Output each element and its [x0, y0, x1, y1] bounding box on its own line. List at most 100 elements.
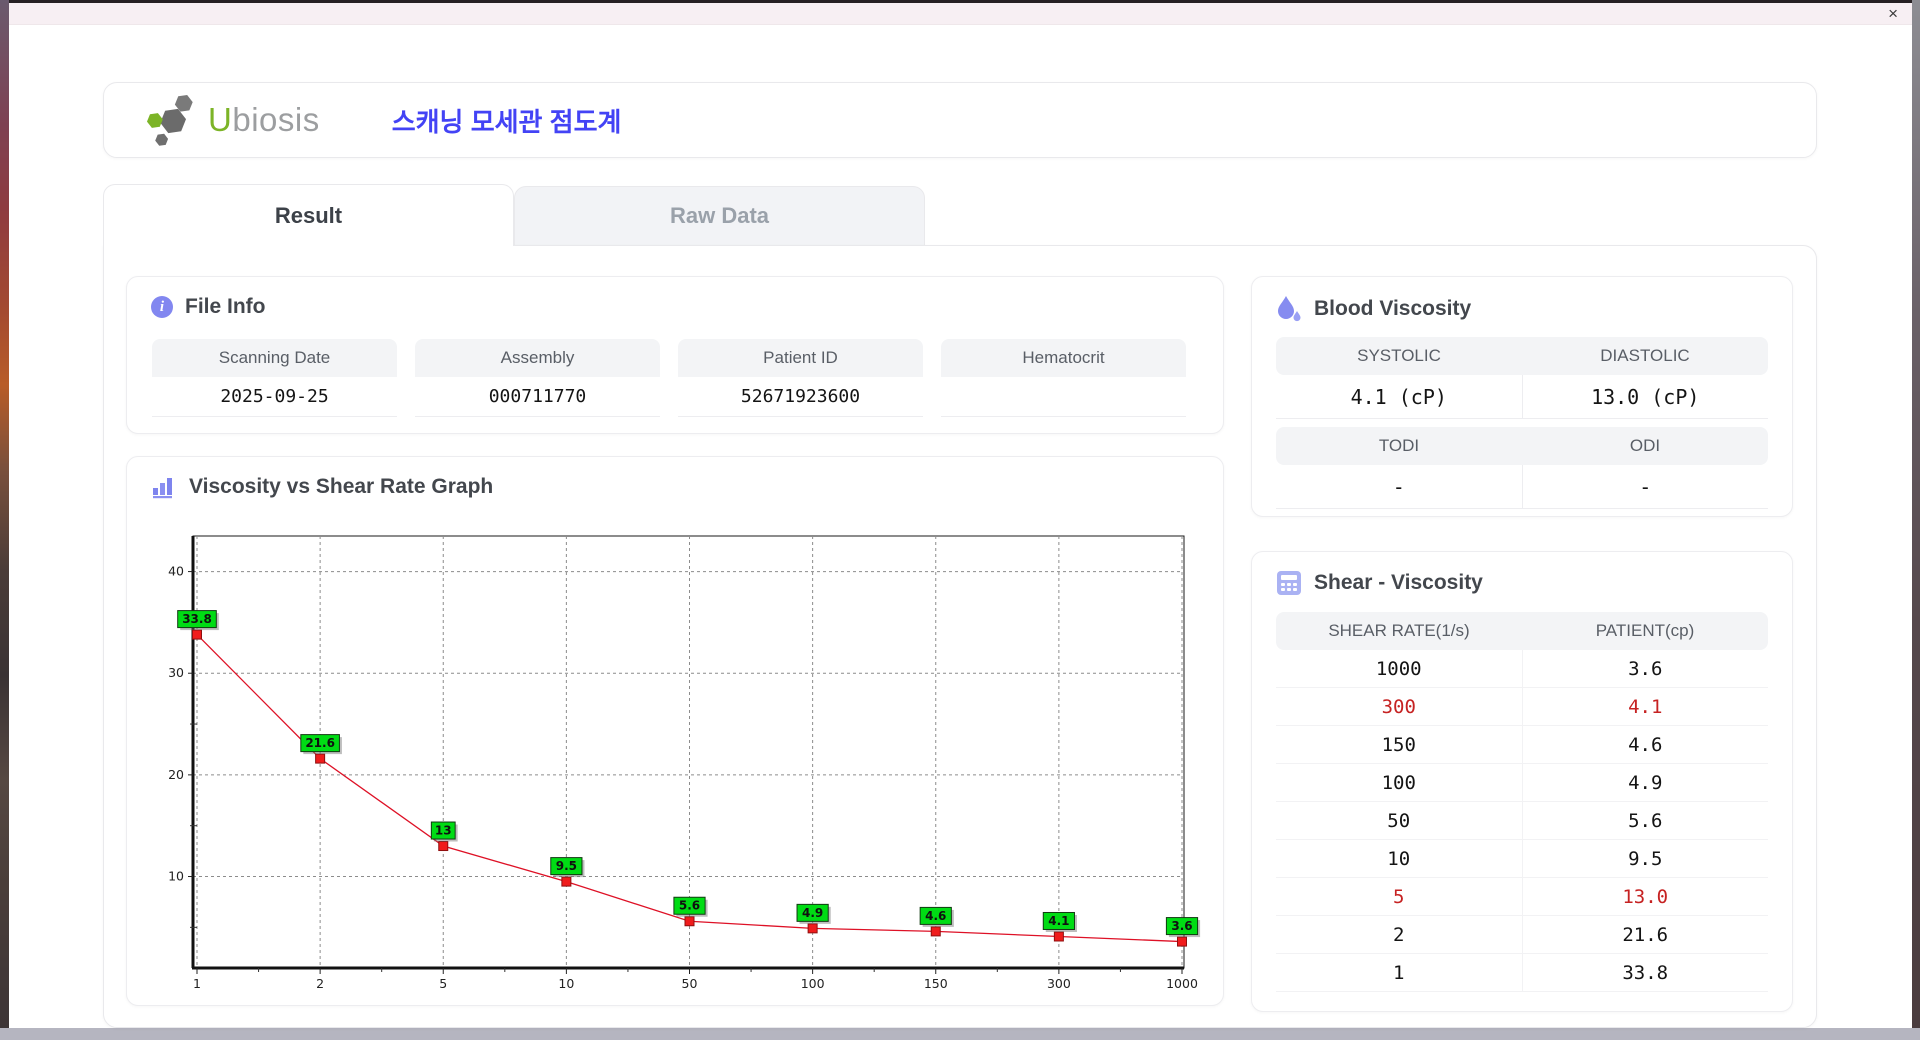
shear-rate-cell: 50 — [1276, 802, 1523, 839]
field-value: 2025-09-25 — [152, 377, 397, 417]
patient-cell: 21.6 — [1622, 923, 1669, 946]
file-info-fields: Scanning Date 2025-09-25 Assembly 000711770… — [152, 339, 1186, 417]
svg-text:13: 13 — [435, 824, 452, 838]
svg-text:9.5: 9.5 — [556, 859, 577, 873]
window-titlebar: × — [9, 3, 1912, 25]
field-value: 52671923600 — [678, 377, 923, 417]
chart-wrap: 10 20 30 40 1 2 5 10 50 100 150 300 1000 33.8 21.6 13 9.… — [151, 519, 1211, 1002]
logo-biosis: biosis — [232, 101, 320, 138]
todi-label: TODI — [1378, 436, 1420, 455]
shear-viscosity-table: SHEAR RATE(1/s) PATIENT(cp) 1000 3.6 300 4.… — [1276, 612, 1768, 992]
svg-text:10: 10 — [558, 976, 574, 991]
odi-label: ODI — [1629, 436, 1661, 455]
shear-viscosity-card: Shear - Viscosity SHEAR RATE(1/s) PATIEN… — [1251, 551, 1793, 1012]
svg-text:5.6: 5.6 — [679, 899, 700, 913]
svg-text:4.1: 4.1 — [1048, 914, 1069, 928]
file-info-field: Patient ID 52671923600 — [678, 339, 923, 417]
info-icon: i — [151, 296, 173, 318]
ubiosis-logo-icon — [146, 94, 193, 146]
shear-rate-cell: 5 — [1276, 878, 1523, 915]
patient-cell: 4.1 — [1628, 695, 1663, 718]
svg-text:4.6: 4.6 — [925, 909, 946, 923]
bv-value-row-2: - - — [1276, 465, 1768, 509]
graph-card: Viscosity vs Shear Rate Graph 10 20 30 40 1 2… — [126, 456, 1224, 1006]
desktop-wallpaper-sliver-right — [1912, 0, 1920, 1040]
svg-text:50: 50 — [682, 976, 698, 991]
shear-rate-cell: 150 — [1276, 726, 1523, 763]
table-row: 100 4.9 — [1276, 764, 1768, 802]
shear-rate-cell: 1 — [1276, 954, 1523, 991]
svg-text:300: 300 — [1047, 976, 1071, 991]
table-row: 1 33.8 — [1276, 954, 1768, 992]
field-value — [941, 377, 1186, 417]
svg-text:20: 20 — [168, 767, 184, 782]
diastolic-label: DIASTOLIC — [1600, 346, 1690, 365]
shear-viscosity-title: Shear - Viscosity — [1314, 571, 1483, 594]
file-info-field: Assembly 000711770 — [415, 339, 660, 417]
table-row: 2 21.6 — [1276, 916, 1768, 954]
svg-text:5: 5 — [439, 976, 447, 991]
patient-cell: 13.0 — [1622, 885, 1669, 908]
patient-cell: 33.8 — [1622, 961, 1669, 984]
table-row: 5 13.0 — [1276, 878, 1768, 916]
table-row: 300 4.1 — [1276, 688, 1768, 726]
bv-header-row-2: TODI ODI — [1276, 427, 1768, 465]
shear-rate-cell: 2 — [1276, 916, 1523, 953]
viscosity-chart: 10 20 30 40 1 2 5 10 50 100 150 300 1000 33.8 21.6 13 9.… — [168, 535, 1201, 991]
bar-chart-icon — [153, 478, 172, 499]
bv-header-row-1: SYSTOLIC DIASTOLIC — [1276, 337, 1768, 375]
svg-text:30: 30 — [168, 665, 184, 680]
svg-text:1: 1 — [193, 976, 201, 991]
todi-value: - — [1276, 465, 1523, 508]
shear-rate-cell: 1000 — [1276, 650, 1523, 687]
calculator-grid-icon — [1277, 571, 1301, 595]
svg-text:33.8: 33.8 — [182, 612, 212, 626]
field-label: Patient ID — [678, 339, 923, 377]
svg-text:3.6: 3.6 — [1171, 919, 1192, 933]
systolic-value: 4.1 (cP) — [1276, 375, 1523, 418]
table-row: 150 4.6 — [1276, 726, 1768, 764]
bv-value-row-1: 4.1 (cP) 13.0 (cP) — [1276, 375, 1768, 419]
shear-rate-cell: 100 — [1276, 764, 1523, 801]
patient-column-header: PATIENT(cp) — [1595, 621, 1695, 640]
odi-value: - — [1639, 474, 1652, 499]
field-label: Scanning Date — [152, 339, 397, 377]
file-info-field: Scanning Date 2025-09-25 — [152, 339, 397, 417]
svg-text:40: 40 — [168, 564, 184, 579]
sv-rows: 1000 3.6 300 4.1 150 4.6 100 4.9 50 5.6 10 9.5 5 13.0… — [1276, 650, 1768, 992]
ubiosis-logo: Ubiosis — [146, 94, 320, 146]
field-value: 000711770 — [415, 377, 660, 417]
header-card: Ubiosis 스캐닝 모세관 점도계 — [103, 82, 1817, 158]
systolic-label: SYSTOLIC — [1357, 346, 1441, 365]
svg-text:10: 10 — [168, 869, 184, 884]
patient-cell: 9.5 — [1628, 847, 1663, 870]
logo-u: U — [208, 101, 233, 138]
tab-result[interactable]: Result — [103, 184, 514, 246]
blood-viscosity-card: Blood Viscosity SYSTOLIC DIASTOLIC 4.1 (… — [1251, 276, 1793, 517]
sv-header-row: SHEAR RATE(1/s) PATIENT(cp) — [1276, 612, 1768, 650]
screen: × Ubiosis 스캐닝 모세관 점도계 Result Raw Data i … — [0, 0, 1920, 1040]
window-bottom-edge — [0, 1028, 1920, 1040]
app-title-korean: 스캐닝 모세관 점도계 — [391, 106, 622, 137]
field-label: Hematocrit — [941, 339, 1186, 377]
svg-text:4.9: 4.9 — [802, 906, 823, 920]
svg-text:21.6: 21.6 — [305, 736, 335, 750]
table-row: 50 5.6 — [1276, 802, 1768, 840]
file-info-field: Hematocrit — [941, 339, 1186, 417]
blood-viscosity-title: Blood Viscosity — [1314, 297, 1472, 320]
svg-text:1000: 1000 — [1166, 976, 1198, 991]
svg-text:2: 2 — [316, 976, 324, 991]
desktop-wallpaper-sliver-left — [0, 0, 9, 1040]
patient-cell: 5.6 — [1628, 809, 1663, 832]
file-info-card: i File Info Scanning Date 2025-09-25 Assem… — [126, 276, 1224, 434]
blood-drop-icon — [1278, 296, 1301, 322]
shear-rate-cell: 10 — [1276, 840, 1523, 877]
diastolic-value: 13.0 (cP) — [1591, 384, 1700, 409]
close-icon[interactable]: × — [1888, 5, 1898, 22]
tab-raw-data[interactable]: Raw Data — [514, 186, 925, 246]
logo-text: Ubiosis — [208, 101, 320, 139]
graph-title: Viscosity vs Shear Rate Graph — [189, 475, 494, 498]
patient-cell: 4.9 — [1628, 771, 1663, 794]
table-row: 10 9.5 — [1276, 840, 1768, 878]
field-label: Assembly — [415, 339, 660, 377]
